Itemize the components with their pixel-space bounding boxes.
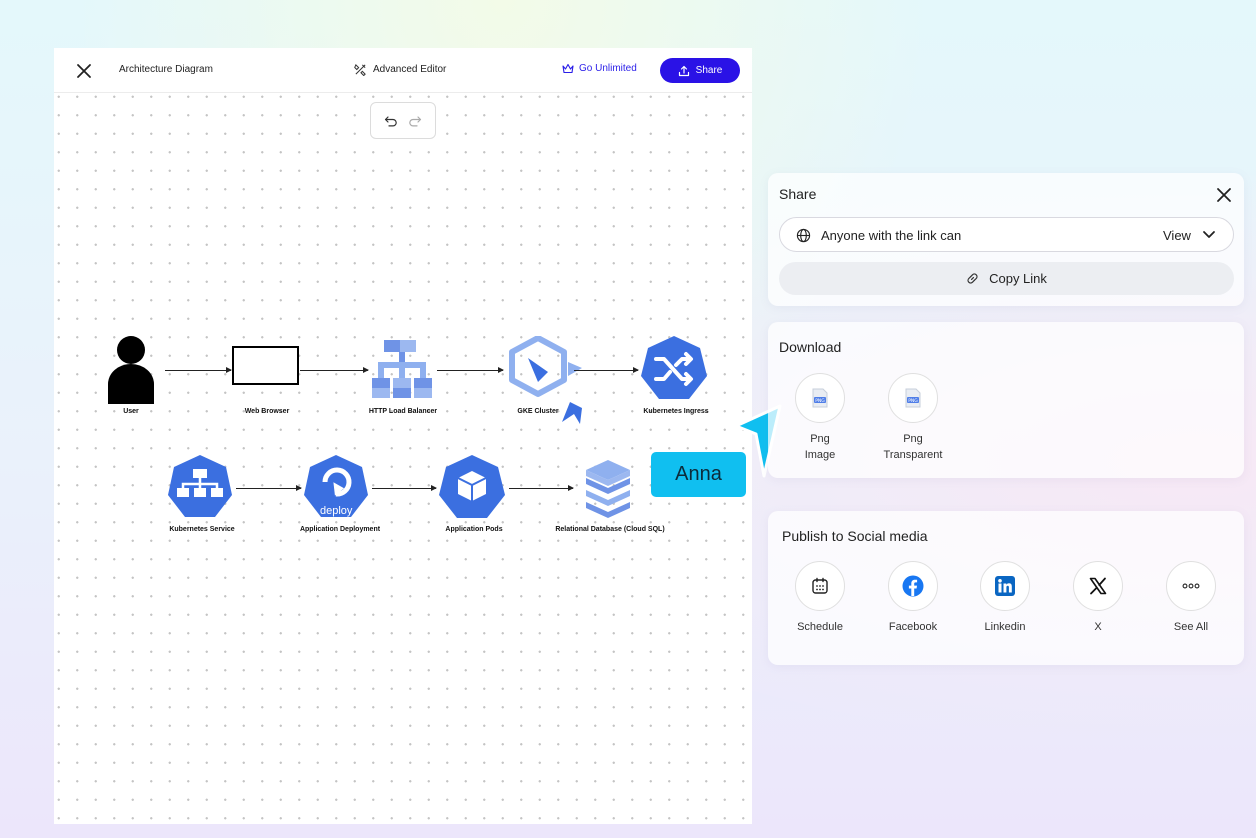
see-all-label: See All [1173,621,1209,633]
tools-icon [354,63,366,76]
png-transparent-line1: Png [903,433,923,445]
kubernetes-ingress-label: Kubernetes Ingress [643,408,709,415]
png-image-label: Png Image [805,431,836,463]
editor-toolbar: Architecture Diagram Advanced Editor Go … [54,48,752,93]
x-icon [1089,577,1107,595]
linkedin-icon [995,576,1015,596]
schedule-button[interactable] [795,561,845,611]
deploy-node-text: deploy [320,505,353,517]
png-image-line2: Image [804,449,836,461]
arrow-connector [300,367,369,373]
arrow-connector [372,485,437,491]
png-file-icon: PNG [905,388,921,408]
facebook-button[interactable] [888,561,938,611]
kubernetes-service-label: Kubernetes Service [169,526,235,533]
advanced-editor-button[interactable]: Advanced Editor [354,63,446,76]
facebook-icon [902,575,924,597]
arrow-connector [236,485,302,491]
png-image-button[interactable]: PNG [795,373,845,423]
advanced-editor-label: Advanced Editor [373,64,447,75]
png-badge: PNG [908,398,918,404]
web-browser-label: Web Browser [244,408,290,415]
chevron-down-icon [1203,231,1215,238]
copy-link-button[interactable]: Copy Link [779,262,1234,295]
globe-icon [796,228,811,243]
upload-icon [678,65,689,76]
png-transparent-line2: Transparent [883,449,943,461]
social-panel: Publish to Social media Schedule Faceboo… [768,511,1244,665]
go-unlimited-button[interactable]: Go Unlimited [562,63,637,74]
deploy-node-label: Application Deployment [299,526,381,533]
database-icon[interactable] [584,458,632,518]
x-label: X [1094,621,1102,633]
link-icon [967,273,978,284]
user-node-label: User [123,408,139,415]
application-pods-icon[interactable] [438,454,506,520]
png-transparent-button[interactable]: PNG [888,373,938,423]
close-icon[interactable] [1216,187,1232,203]
access-value: View [1163,228,1191,243]
schedule-label: Schedule [797,621,843,633]
arrow-connector [509,485,574,491]
collaborator-name-tag: Anna [651,452,746,497]
close-icon[interactable] [75,62,93,80]
redo-icon[interactable] [408,115,422,127]
load-balancer-icon[interactable] [372,340,432,402]
share-panel: Share Anyone with the link can View Copy… [768,173,1244,306]
link-access-text: Anyone with the link can [821,228,962,243]
kubernetes-ingress-icon[interactable] [640,335,708,401]
png-transparent-label: Png Transparent [884,431,943,463]
diagram-editor[interactable]: Architecture Diagram Advanced Editor Go … [54,48,752,824]
web-browser-node[interactable] [232,346,299,385]
png-badge: PNG [815,398,825,404]
crown-icon [562,63,574,74]
undo-icon[interactable] [384,115,398,127]
share-button[interactable]: Share [660,58,740,83]
document-title: Architecture Diagram [119,64,213,75]
social-panel-title: Publish to Social media [782,528,928,544]
arrow-connector [165,367,232,373]
facebook-label: Facebook [888,621,938,633]
linkedin-label: Linkedin [984,621,1026,633]
undo-redo-group [370,102,436,139]
calendar-icon [812,577,828,594]
linkedin-button[interactable] [980,561,1030,611]
copy-link-label: Copy Link [989,271,1047,286]
load-balancer-label: HTTP Load Balancer [368,408,438,415]
share-panel-title: Share [779,186,817,202]
arrow-connector [437,367,504,373]
application-pods-label: Application Pods [445,526,503,533]
share-button-label: Share [695,65,723,76]
download-panel: Download PNG Png Image PNG Png Transpare… [768,322,1244,478]
arrow-connector [574,367,639,373]
kubernetes-service-icon[interactable] [167,454,233,520]
download-panel-title: Download [779,339,842,355]
x-button[interactable] [1073,561,1123,611]
database-label: Relational Database (Cloud SQL) [555,526,665,533]
png-image-line1: Png [810,433,830,445]
see-all-button[interactable] [1166,561,1216,611]
png-file-icon: PNG [812,388,828,408]
go-unlimited-label: Go Unlimited [579,63,637,74]
user-node-icon[interactable] [106,334,156,406]
gke-cluster-label: GKE Cluster [517,408,559,415]
link-access-select[interactable]: Anyone with the link can View [779,217,1234,252]
more-icon [1182,583,1200,589]
